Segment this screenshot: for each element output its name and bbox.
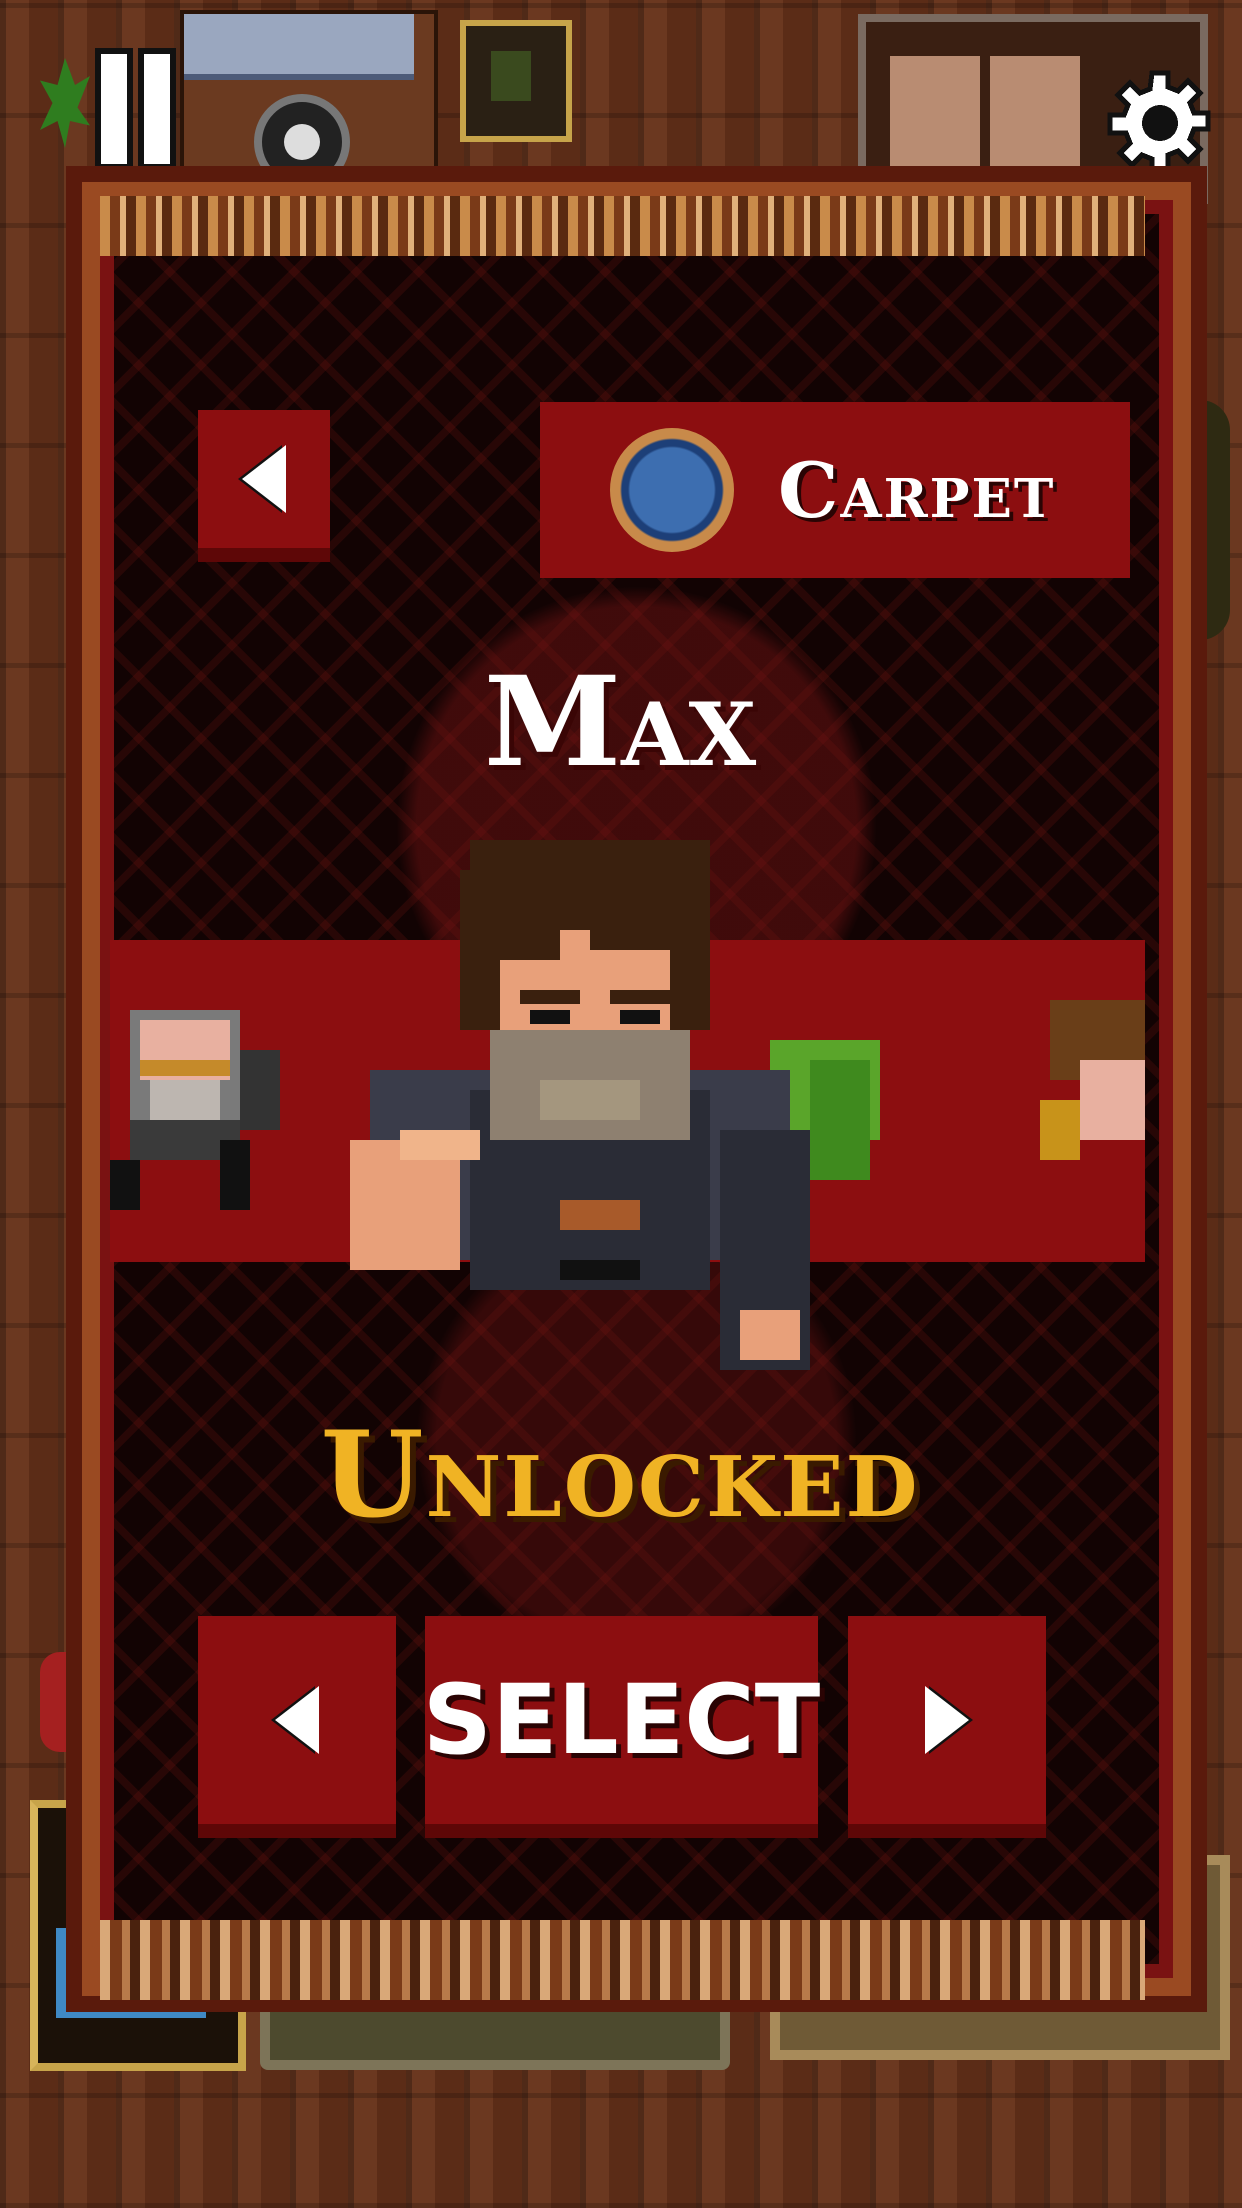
shelf-decoration	[170, 10, 590, 210]
character-preview-left[interactable]	[110, 1000, 290, 1210]
select-button[interactable]: SELECT	[423, 1616, 820, 1838]
pause-button[interactable]	[40, 38, 176, 178]
carpet-fringe-top	[100, 196, 1145, 256]
pause-icon	[95, 48, 133, 170]
plant-icon	[40, 58, 90, 148]
room-name: Carpet	[778, 445, 1056, 535]
character-name: Max	[483, 650, 757, 795]
left-arrow-icon	[242, 445, 286, 513]
left-arrow-icon	[275, 1686, 319, 1754]
carpet-fringe-bottom	[100, 1920, 1145, 2000]
tablet-icon	[460, 20, 572, 142]
character-preview-right[interactable]	[1040, 1000, 1145, 1170]
character-sprite-max	[350, 840, 880, 1370]
character-prev-button[interactable]	[198, 1616, 396, 1838]
mandala-icon	[610, 428, 734, 552]
camera-icon	[180, 10, 438, 208]
right-arrow-icon	[925, 1686, 969, 1754]
unlock-status: Unlocked	[320, 1405, 920, 1544]
gear-icon[interactable]	[1105, 68, 1215, 178]
character-next-button[interactable]	[848, 1616, 1046, 1838]
room-selector[interactable]: Carpet	[540, 402, 1130, 578]
room-prev-button[interactable]	[198, 410, 330, 562]
